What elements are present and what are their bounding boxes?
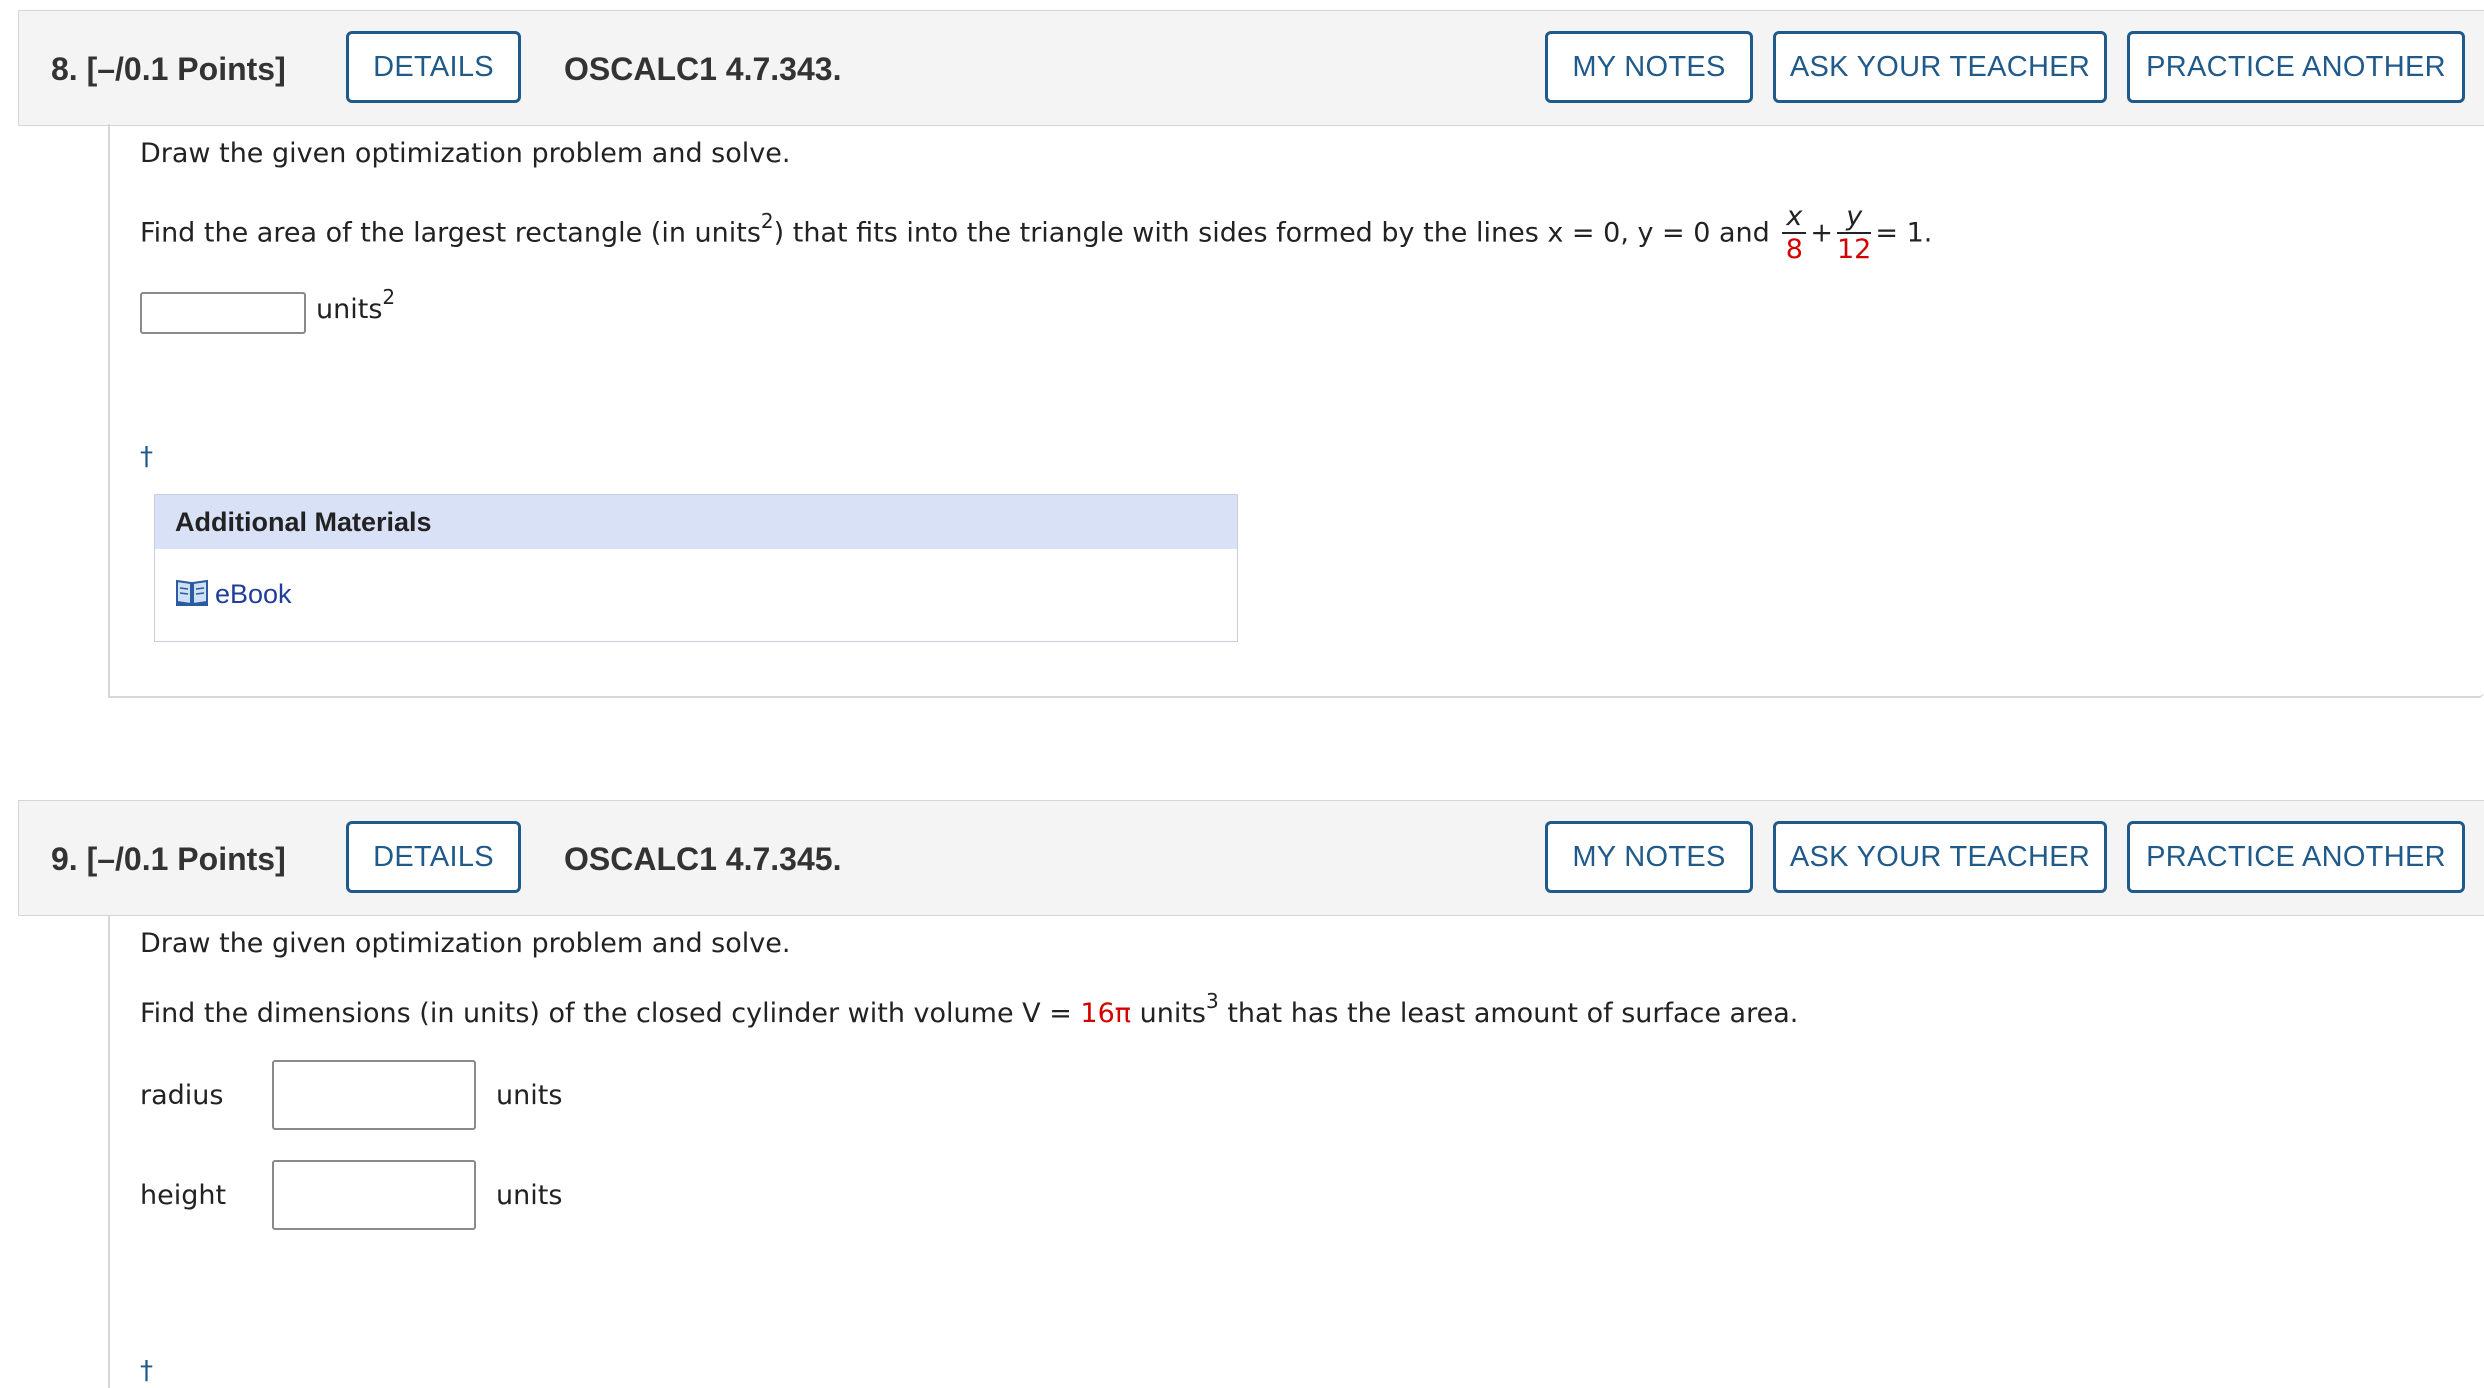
question-9-points: 9. [–/0.1 Points] bbox=[51, 841, 286, 877]
ebook-label[interactable]: eBook bbox=[215, 579, 292, 610]
materials-title: Additional Materials bbox=[155, 495, 1237, 549]
q9-dagger-icon: † bbox=[140, 1356, 153, 1386]
q8-dagger-icon: † bbox=[140, 442, 153, 472]
q9-my-notes-button[interactable]: MY NOTES bbox=[1545, 821, 1753, 893]
q9-instruction: Draw the given optimization problem and … bbox=[140, 928, 791, 959]
question-8-points: 8. [–/0.1 Points] bbox=[51, 51, 286, 87]
question-9-body: Draw the given optimization problem and … bbox=[108, 916, 2484, 1388]
q8-area-input[interactable] bbox=[140, 292, 306, 334]
q8-problem-code: OSCALC1 4.7.343. bbox=[564, 51, 842, 87]
q9-radius-input[interactable] bbox=[272, 1060, 476, 1130]
q8-additional-materials: Additional Materials eBook bbox=[154, 494, 1238, 642]
q8-fraction-x: x8 bbox=[1782, 202, 1807, 266]
q9-height-unit: units bbox=[496, 1180, 563, 1211]
question-8-body: Draw the given optimization problem and … bbox=[108, 124, 2484, 698]
open-book-icon bbox=[175, 577, 209, 611]
q9-problem-text: Find the dimensions (in units) of the cl… bbox=[140, 989, 1799, 1029]
q8-instruction: Draw the given optimization problem and … bbox=[140, 138, 791, 169]
question-8-header: 8. [–/0.1 Points] DETAILS OSCALC1 4.7.34… bbox=[18, 10, 2484, 126]
q8-fraction-y: y 12 bbox=[1837, 201, 1872, 265]
q9-height-input[interactable] bbox=[272, 1160, 476, 1230]
q9-radius-label: radius bbox=[140, 1080, 224, 1111]
q8-answer-unit: units2 bbox=[316, 285, 396, 325]
ebook-link[interactable]: eBook bbox=[175, 577, 292, 611]
q9-problem-code: OSCALC1 4.7.345. bbox=[564, 841, 842, 877]
q8-ask-teacher-button[interactable]: ASK YOUR TEACHER bbox=[1773, 31, 2107, 103]
q9-ask-teacher-button[interactable]: ASK YOUR TEACHER bbox=[1773, 821, 2107, 893]
q9-volume-value: 16π bbox=[1080, 998, 1132, 1029]
q9-practice-another-button[interactable]: PRACTICE ANOTHER bbox=[2127, 821, 2465, 893]
q8-details-button[interactable]: DETAILS bbox=[346, 31, 521, 103]
q9-radius-unit: units bbox=[496, 1080, 563, 1111]
q9-details-button[interactable]: DETAILS bbox=[346, 821, 521, 893]
q8-practice-another-button[interactable]: PRACTICE ANOTHER bbox=[2127, 31, 2465, 103]
q8-problem-text: Find the area of the largest rectangle (… bbox=[140, 201, 1933, 266]
q9-height-label: height bbox=[140, 1180, 227, 1211]
question-9-header: 9. [–/0.1 Points] DETAILS OSCALC1 4.7.34… bbox=[18, 800, 2484, 916]
q8-my-notes-button[interactable]: MY NOTES bbox=[1545, 31, 1753, 103]
